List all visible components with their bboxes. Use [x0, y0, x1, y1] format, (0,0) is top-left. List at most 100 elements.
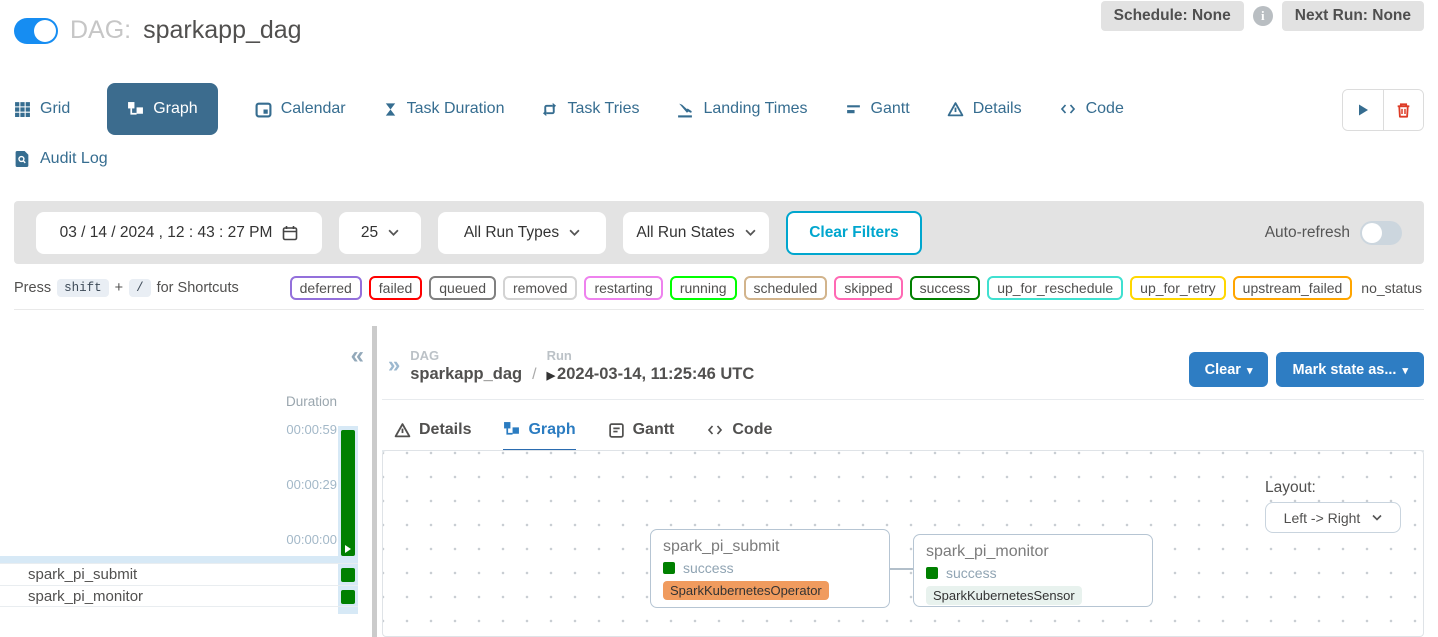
task-instance-square[interactable]	[341, 590, 355, 604]
state-legend: deferred failed queued removed restartin…	[290, 276, 1424, 300]
schedule-badges: Schedule: None i Next Run: None	[1101, 1, 1424, 31]
auto-refresh-toggle[interactable]	[1360, 221, 1402, 245]
manual-run-icon: ▶	[547, 370, 555, 382]
legend-state-badge[interactable]: scheduled	[744, 276, 828, 300]
page-size-select[interactable]: 25	[339, 212, 421, 254]
task-row[interactable]: spark_pi_monitor	[0, 585, 358, 607]
dag-run-duration-bar[interactable]	[341, 430, 355, 556]
dag-action-buttons	[1342, 89, 1424, 131]
legend-no-status: no_status	[1359, 278, 1424, 298]
airflow-dag-page: DAG: sparkapp_dag Schedule: None i Next …	[0, 0, 1438, 637]
run-types-select[interactable]: All Run Types	[438, 212, 606, 254]
warning-triangle-icon	[947, 101, 964, 118]
legend-state-badge[interactable]: queued	[429, 276, 496, 300]
legend-state-badge[interactable]: skipped	[834, 276, 902, 300]
tab-task-duration[interactable]: Task Duration	[383, 100, 505, 118]
mark-state-button[interactable]: Mark state as...▾	[1276, 352, 1424, 387]
trigger-dag-button[interactable]	[1343, 90, 1383, 130]
node-status: success	[663, 560, 877, 576]
collapse-panel-icon[interactable]: «	[351, 344, 364, 368]
tab-landing-times[interactable]: Landing Times	[676, 100, 807, 118]
legend-state-badge[interactable]: restarting	[584, 276, 662, 300]
legend-state-badge[interactable]: failed	[369, 276, 422, 300]
tab-graph[interactable]: Graph	[107, 83, 217, 135]
node-task-id: spark_pi_submit	[663, 538, 877, 556]
expand-panel-icon[interactable]: »	[388, 354, 400, 376]
tab-grid[interactable]: Grid	[14, 100, 70, 118]
toggle-knob	[1362, 223, 1382, 243]
run-tabs: Details Graph Gantt Code	[382, 410, 1424, 452]
hourglass-icon	[383, 101, 398, 118]
status-square	[926, 567, 938, 579]
info-icon[interactable]: i	[1253, 6, 1273, 26]
repeat-icon	[541, 101, 558, 118]
node-status: success	[926, 565, 1140, 581]
task-instance-square[interactable]	[341, 568, 355, 582]
duration-axis-label: Duration	[286, 394, 337, 409]
clear-run-button[interactable]: Clear▾	[1189, 352, 1269, 387]
grid-panel: « Duration 00:00:59 00:00:29 00:00:00 sp…	[0, 326, 372, 637]
legend-state-badge[interactable]: upstream_failed	[1233, 276, 1353, 300]
layout-select[interactable]: Left -> Right	[1265, 502, 1401, 533]
node-task-id: spark_pi_monitor	[926, 543, 1140, 561]
warning-triangle-icon	[394, 422, 411, 439]
dag-nav: Grid Graph Calendar Task Duration Task T…	[0, 83, 1438, 179]
selected-run-strip	[0, 556, 358, 563]
run-tab-gantt[interactable]: Gantt	[608, 409, 675, 451]
legend-state-badge[interactable]: deferred	[290, 276, 362, 300]
content-split: « Duration 00:00:59 00:00:29 00:00:00 sp…	[0, 326, 1438, 637]
legend-state-badge[interactable]: success	[910, 276, 981, 300]
run-tab-graph[interactable]: Graph	[503, 410, 575, 452]
tab-code[interactable]: Code	[1059, 100, 1124, 118]
run-states-select[interactable]: All Run States	[623, 212, 769, 254]
graph-node-spark-pi-submit[interactable]: spark_pi_submit success SparkKubernetesO…	[650, 529, 890, 608]
legend-state-badge[interactable]: up_for_retry	[1130, 276, 1225, 300]
plane-landing-icon	[676, 101, 694, 118]
tab-details[interactable]: Details	[947, 100, 1022, 118]
breadcrumb-run[interactable]: Run ▶2024-03-14, 11:25:46 UTC	[547, 348, 755, 384]
filter-bar: 03 / 14 / 2024 , 12 : 43 : 27 PM 25 All …	[14, 201, 1424, 264]
delete-dag-button[interactable]	[1383, 90, 1423, 130]
tab-task-tries[interactable]: Task Tries	[541, 100, 639, 118]
legend-state-badge[interactable]: up_for_reschedule	[987, 276, 1123, 300]
slash-key: /	[129, 279, 151, 297]
chevron-down-icon	[745, 229, 756, 236]
legend-state-badge[interactable]: removed	[503, 276, 577, 300]
chevron-down-icon	[1372, 514, 1382, 521]
run-tab-details[interactable]: Details	[394, 409, 471, 451]
run-tab-code[interactable]: Code	[706, 409, 772, 451]
manual-run-marker-icon	[345, 545, 351, 553]
auto-refresh-control: Auto-refresh	[1265, 221, 1402, 245]
chevron-down-icon	[388, 229, 399, 236]
breadcrumb-dag[interactable]: DAG sparkapp_dag	[410, 348, 522, 384]
graph-node-spark-pi-monitor[interactable]: spark_pi_monitor success SparkKubernetes…	[913, 534, 1153, 607]
operator-badge: SparkKubernetesSensor	[926, 586, 1082, 605]
clear-filters-button[interactable]: Clear Filters	[786, 211, 922, 255]
audit-log-icon	[14, 150, 31, 168]
code-icon	[1059, 101, 1077, 117]
graph-canvas[interactable]: Layout: Left -> Right spark_pi_submit su…	[382, 450, 1424, 637]
dag-nav-row-2: Audit Log	[0, 139, 1438, 179]
toggle-knob	[34, 20, 56, 42]
layout-label: Layout:	[1265, 479, 1401, 497]
base-date-input[interactable]: 03 / 14 / 2024 , 12 : 43 : 27 PM	[36, 212, 322, 254]
auto-refresh-label: Auto-refresh	[1265, 224, 1350, 242]
layout-control: Layout: Left -> Right	[1265, 479, 1401, 533]
chevron-down-icon	[569, 229, 580, 236]
tab-audit-log[interactable]: Audit Log	[14, 150, 108, 168]
dag-pause-toggle[interactable]	[14, 18, 58, 44]
gantt-doc-icon	[608, 422, 625, 439]
play-icon	[1355, 102, 1371, 118]
task-id: spark_pi_monitor	[28, 588, 143, 605]
run-detail-panel: » DAG sparkapp_dag / Run ▶2024-03-14, 11…	[377, 326, 1438, 637]
status-square	[663, 562, 675, 574]
trash-icon	[1395, 102, 1412, 119]
task-row[interactable]: spark_pi_submit	[0, 563, 358, 585]
shortcuts-hint: Press shift + / for Shortcuts	[14, 279, 239, 297]
tab-calendar[interactable]: Calendar	[255, 100, 346, 118]
legend-state-badge[interactable]: running	[670, 276, 737, 300]
tab-gantt[interactable]: Gantt	[845, 100, 910, 118]
dag-nav-row-1: Grid Graph Calendar Task Duration Task T…	[0, 83, 1438, 135]
page-header: DAG: sparkapp_dag Schedule: None i Next …	[0, 0, 1438, 66]
run-timestamp: 2024-03-14, 11:25:46 UTC	[557, 365, 754, 383]
